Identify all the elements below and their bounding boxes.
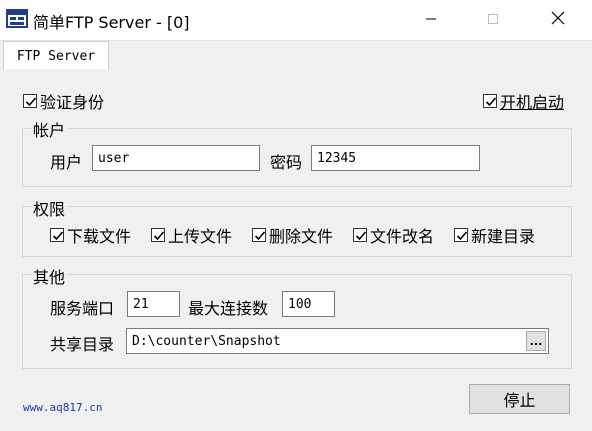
title-bar: 简单FTP Server - [0] bbox=[0, 0, 592, 40]
browse-button[interactable]: ... bbox=[526, 331, 546, 351]
perm-mkdir-label: 新建目录 bbox=[471, 227, 536, 246]
checkbox-checked-icon bbox=[23, 94, 37, 108]
perm-upload-label: 上传文件 bbox=[168, 227, 233, 246]
window-title: 简单FTP Server - [0] bbox=[33, 13, 190, 32]
account-legend: 帐户 bbox=[31, 117, 68, 141]
perm-delete-checkbox[interactable]: 删除文件 bbox=[252, 224, 333, 246]
maximize-icon bbox=[487, 11, 499, 29]
port-label: 服务端口 bbox=[50, 299, 115, 318]
ftp-app-icon bbox=[6, 8, 28, 30]
max-connections-input[interactable]: 100 bbox=[282, 291, 335, 317]
perm-upload-checkbox[interactable]: 上传文件 bbox=[151, 224, 232, 246]
verify-identity-checkbox[interactable]: 验证身份 bbox=[23, 90, 104, 112]
auto-start-label: 开机启动 bbox=[500, 93, 565, 112]
permissions-legend: 权限 bbox=[31, 196, 68, 220]
checkbox-checked-icon bbox=[353, 228, 367, 242]
password-input[interactable]: 12345 bbox=[311, 145, 480, 171]
checkbox-checked-icon bbox=[252, 228, 266, 242]
website-link[interactable]: www.aq817.cn bbox=[23, 401, 102, 414]
perm-rename-checkbox[interactable]: 文件改名 bbox=[353, 224, 434, 246]
checkbox-checked-icon bbox=[483, 94, 497, 108]
minimize-icon bbox=[425, 11, 437, 29]
share-dir-input[interactable]: D:\counter\Snapshot bbox=[126, 328, 549, 354]
other-legend: 其他 bbox=[31, 264, 68, 288]
port-input[interactable]: 21 bbox=[127, 291, 180, 317]
perm-mkdir-checkbox[interactable]: 新建目录 bbox=[454, 224, 535, 246]
perm-rename-label: 文件改名 bbox=[370, 227, 435, 246]
tab-ftp-server[interactable]: FTP Server bbox=[3, 41, 109, 71]
share-dir-label: 共享目录 bbox=[50, 335, 115, 354]
checkbox-checked-icon bbox=[151, 228, 165, 242]
close-icon bbox=[551, 11, 565, 29]
perm-download-label: 下载文件 bbox=[67, 227, 132, 246]
perm-download-checkbox[interactable]: 下载文件 bbox=[50, 224, 131, 246]
password-label: 密码 bbox=[270, 153, 303, 172]
verify-identity-label: 验证身份 bbox=[40, 93, 105, 112]
stop-button[interactable]: 停止 bbox=[469, 384, 570, 414]
checkbox-checked-icon bbox=[50, 228, 64, 242]
maximize-button[interactable] bbox=[470, 0, 516, 40]
user-input[interactable]: user bbox=[92, 145, 260, 171]
tab-strip: FTP Server bbox=[0, 40, 592, 71]
auto-start-checkbox[interactable]: 开机启动 bbox=[483, 90, 564, 112]
main-panel: 验证身份 开机启动 帐户 用户 user 密码 12345 权限 下载文件 上传… bbox=[0, 69, 592, 431]
checkbox-checked-icon bbox=[454, 228, 468, 242]
perm-delete-label: 删除文件 bbox=[269, 227, 334, 246]
max-connections-label: 最大连接数 bbox=[188, 299, 269, 318]
minimize-button[interactable] bbox=[408, 0, 454, 40]
user-label: 用户 bbox=[50, 153, 83, 172]
close-button[interactable] bbox=[535, 0, 581, 40]
